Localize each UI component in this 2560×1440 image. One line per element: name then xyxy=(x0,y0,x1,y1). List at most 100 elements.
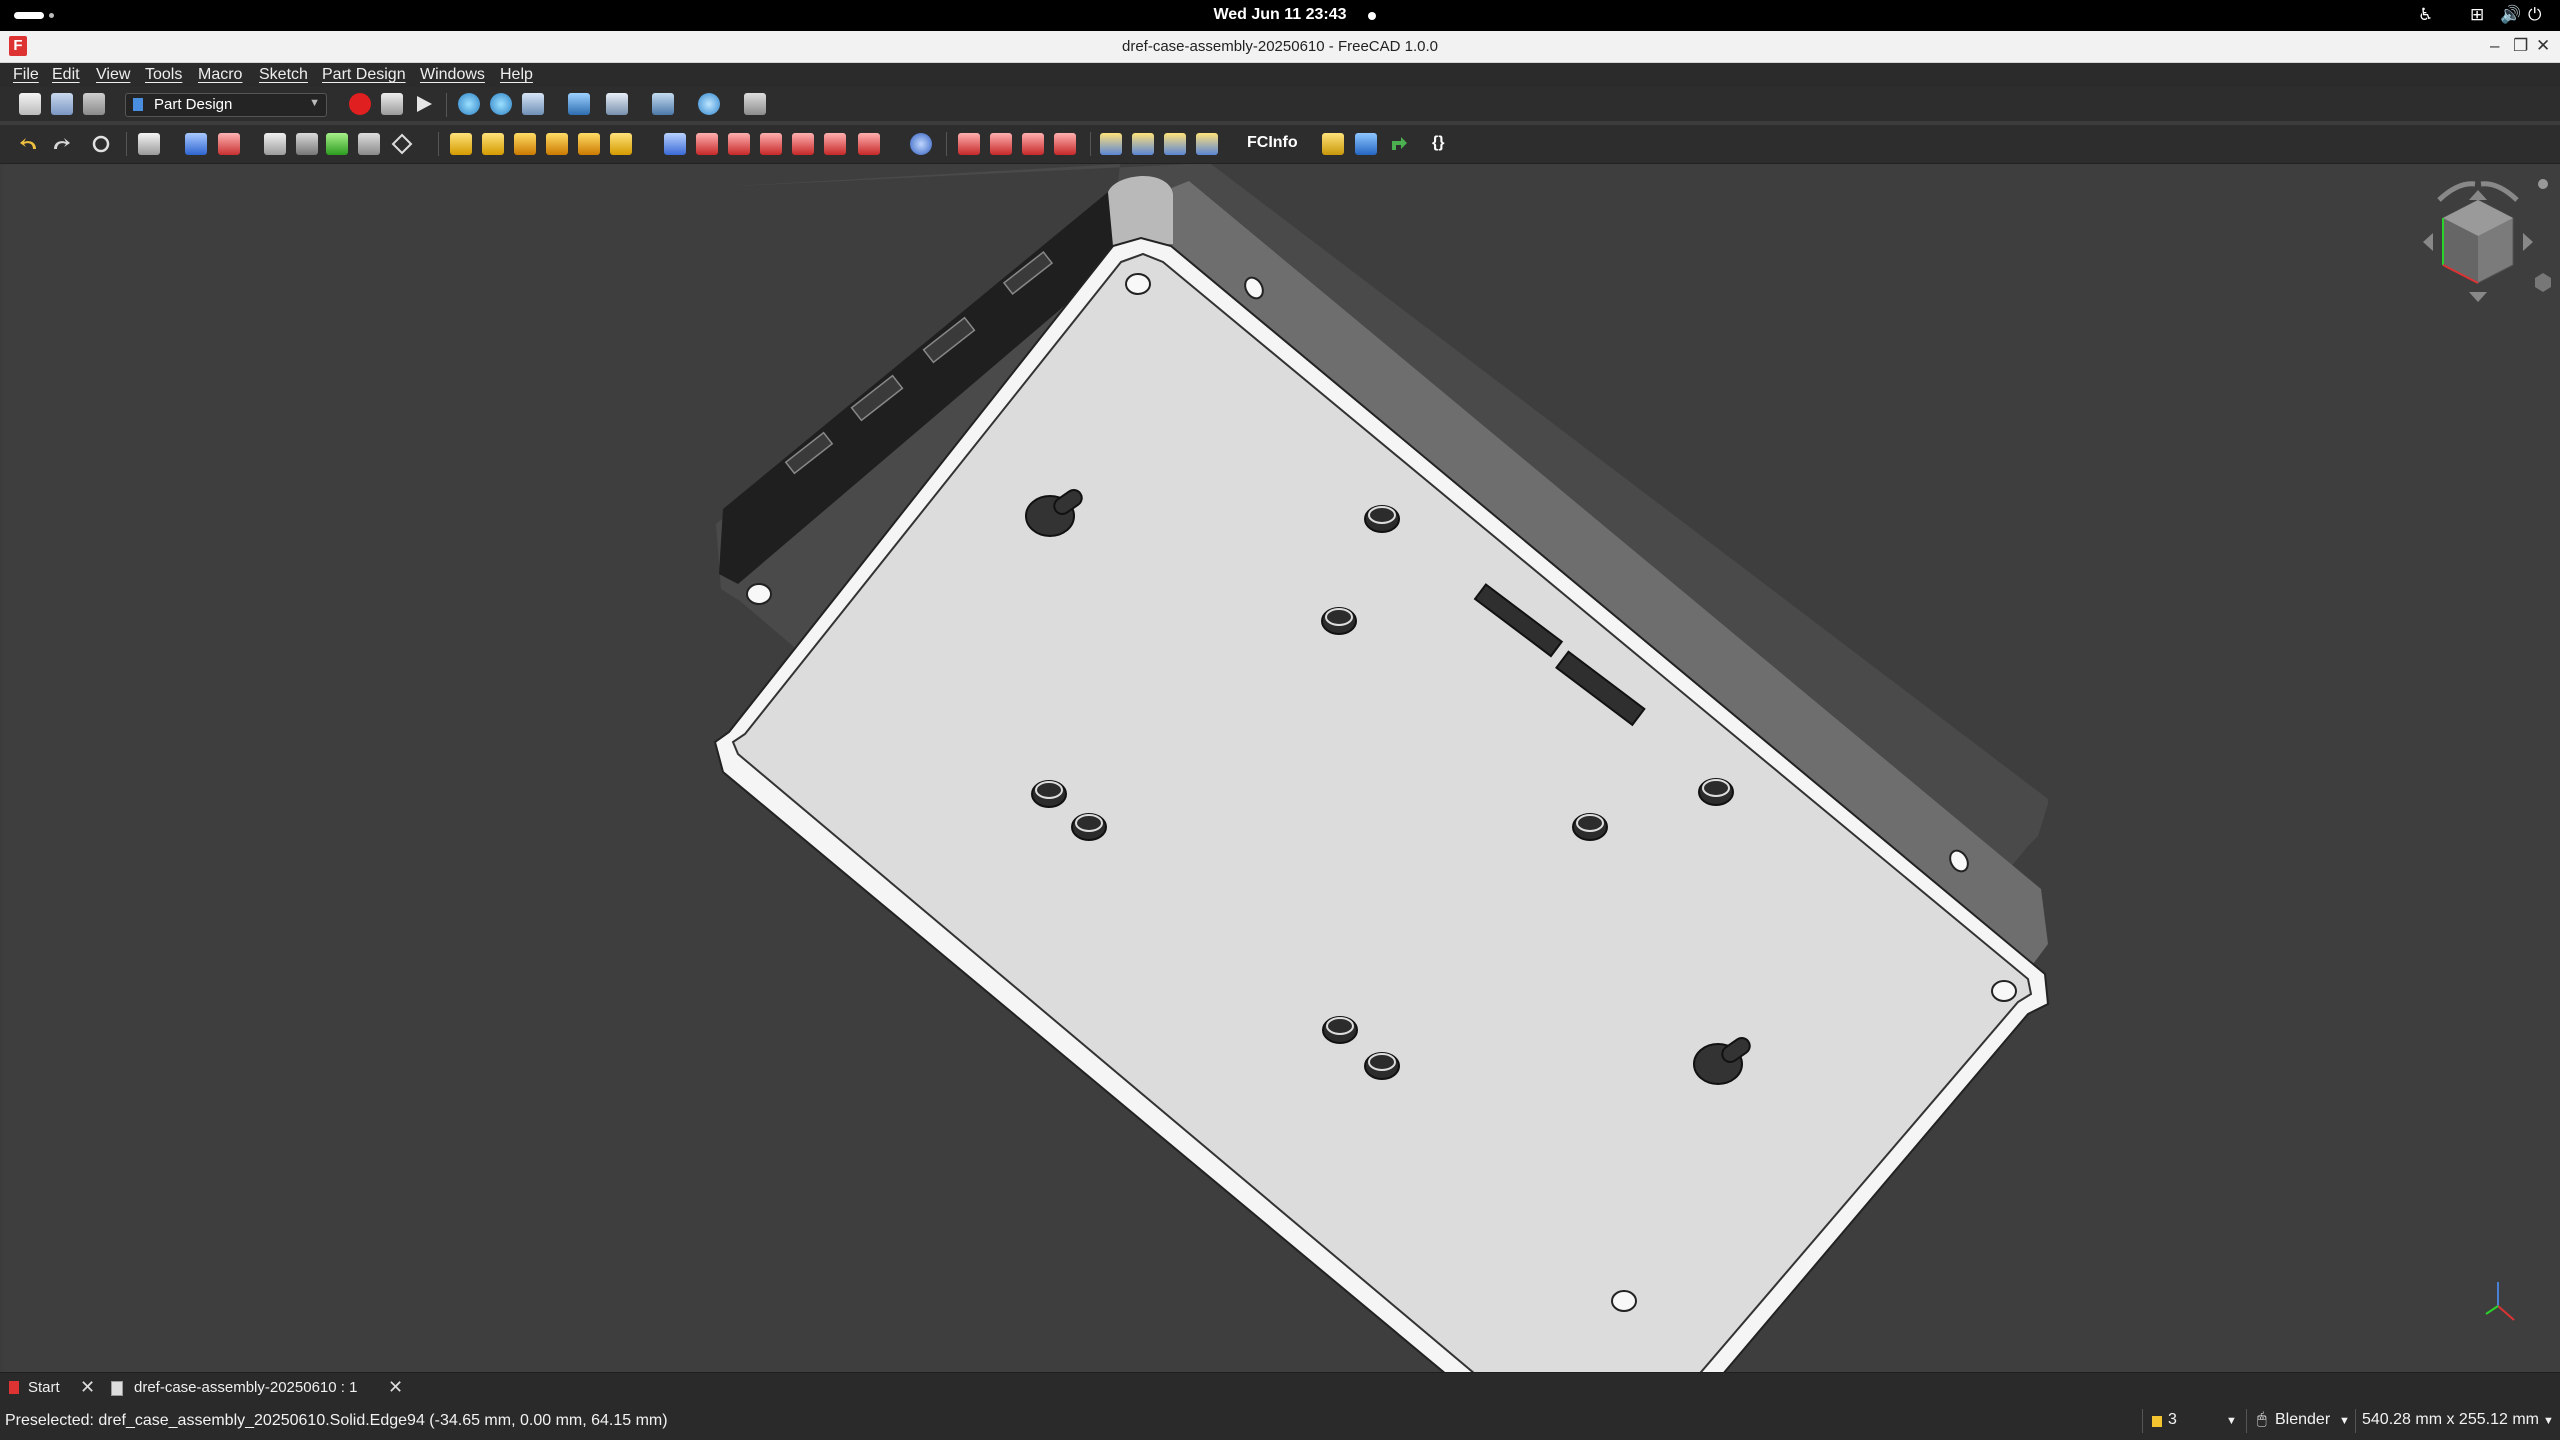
additive-helix-icon[interactable] xyxy=(578,133,600,155)
thickness-icon[interactable] xyxy=(1054,133,1076,155)
nav-arrow-left-icon[interactable] xyxy=(2423,233,2433,251)
revolution-icon[interactable] xyxy=(482,133,504,155)
tab-start[interactable]: Start ✕ xyxy=(4,1376,104,1400)
groove-icon[interactable] xyxy=(728,133,750,155)
corner-screw-hole xyxy=(1611,1290,1637,1312)
whats-this-icon[interactable] xyxy=(744,93,766,115)
system-clock[interactable]: Wed Jun 11 23:43 xyxy=(0,6,2560,24)
notification-dot xyxy=(1368,12,1376,20)
linear-pattern-icon[interactable] xyxy=(1132,133,1154,155)
menu-help[interactable]: Help xyxy=(500,66,533,84)
nav-menu-icon[interactable] xyxy=(2538,179,2548,189)
menu-macro[interactable]: Macro xyxy=(198,66,242,84)
create-sketch-icon[interactable] xyxy=(218,133,240,155)
corner-screw-hole xyxy=(746,583,772,605)
macro-run-icon[interactable] xyxy=(413,93,435,115)
menu-tools[interactable]: Tools xyxy=(145,66,182,84)
clone-icon[interactable] xyxy=(358,133,380,155)
power-icon[interactable]: ⏻ xyxy=(2528,5,2541,25)
hole-icon[interactable] xyxy=(696,133,718,155)
notification-icon xyxy=(2152,1416,2162,1427)
pocket-icon[interactable] xyxy=(664,133,686,155)
fit-all-icon[interactable] xyxy=(458,93,480,115)
additive-primitive-icon[interactable] xyxy=(610,133,632,155)
nav-rotate-right-icon[interactable] xyxy=(2480,181,2519,202)
minimize-icon[interactable]: – xyxy=(2490,36,2499,56)
view-isometric-icon[interactable] xyxy=(606,93,628,115)
nav-small-cube-icon[interactable] xyxy=(2535,273,2551,292)
multi-transform-icon[interactable] xyxy=(1196,133,1218,155)
macro-tool-icon[interactable] xyxy=(1322,133,1344,155)
menu-view[interactable]: View xyxy=(96,66,130,84)
toolbar-separator xyxy=(126,132,127,156)
corner-screw-hole xyxy=(1125,273,1151,295)
menu-part-design[interactable]: Part Design xyxy=(322,66,406,84)
mirrored-icon[interactable] xyxy=(1100,133,1122,155)
close-icon[interactable]: ✕ xyxy=(388,1377,403,1398)
boolean-icon[interactable] xyxy=(910,133,932,155)
restore-icon[interactable]: ❐ xyxy=(2513,36,2528,56)
accessibility-icon[interactable]: ♿ xyxy=(2418,5,2433,25)
polar-pattern-icon[interactable] xyxy=(1164,133,1186,155)
navigation-cube[interactable] xyxy=(2403,170,2553,320)
select-filter-icon[interactable] xyxy=(138,133,160,155)
chevron-down-icon[interactable]: ▼ xyxy=(2226,1415,2237,1427)
menu-sketch[interactable]: Sketch xyxy=(259,66,308,84)
measure-icon[interactable] xyxy=(698,93,720,115)
subtractive-pipe-icon[interactable] xyxy=(792,133,814,155)
fcinfo-button[interactable]: FCInfo xyxy=(1247,134,1298,152)
nav-arrow-up-icon[interactable] xyxy=(2469,190,2487,200)
additive-pipe-icon[interactable] xyxy=(546,133,568,155)
save-document-icon[interactable] xyxy=(83,93,105,115)
refresh-icon[interactable] xyxy=(90,133,112,155)
chevron-down-icon: ▼ xyxy=(309,97,320,109)
fillet-icon[interactable] xyxy=(958,133,980,155)
subtractive-helix-icon[interactable] xyxy=(824,133,846,155)
undo-icon[interactable] xyxy=(18,133,40,155)
view-dimensions[interactable]: 540.28 mm x 255.12 mm xyxy=(2362,1411,2539,1429)
nav-arrow-down-icon[interactable] xyxy=(2469,292,2487,302)
chevron-down-icon[interactable]: ▼ xyxy=(2543,1415,2554,1427)
menu-file[interactable]: File xyxy=(13,66,39,84)
workbench-selector[interactable]: Part Design ▼ xyxy=(125,93,327,117)
nav-arrow-right-icon[interactable] xyxy=(2523,233,2533,251)
close-icon[interactable]: ✕ xyxy=(2536,36,2550,56)
pad-icon[interactable] xyxy=(450,133,472,155)
addon-manager-icon[interactable] xyxy=(1387,133,1409,155)
draw-style-icon[interactable] xyxy=(522,93,544,115)
redo-icon[interactable] xyxy=(50,133,72,155)
macro-record-icon[interactable] xyxy=(349,93,371,115)
menu-edit[interactable]: Edit xyxy=(52,66,80,84)
3d-viewport[interactable] xyxy=(3,164,2560,1372)
volume-icon[interactable]: 🔊 xyxy=(2500,5,2521,25)
close-icon[interactable]: ✕ xyxy=(80,1377,95,1398)
folder-icon[interactable] xyxy=(1355,133,1377,155)
view-front-icon[interactable] xyxy=(652,93,674,115)
validate-sketch-icon[interactable] xyxy=(264,133,286,155)
navigation-style-selector[interactable]: Blender xyxy=(2275,1411,2330,1429)
create-body-icon[interactable] xyxy=(185,133,207,155)
nav-rotate-left-icon[interactable] xyxy=(2437,181,2476,202)
bounding-box-icon[interactable] xyxy=(568,93,590,115)
new-document-icon[interactable] xyxy=(19,93,41,115)
datum-plane-icon[interactable] xyxy=(391,133,413,155)
fit-selection-icon[interactable] xyxy=(490,93,512,115)
network-icon[interactable]: ⊞ xyxy=(2470,5,2484,25)
notification-count[interactable]: 3 xyxy=(2168,1411,2177,1429)
datum-point-icon[interactable] xyxy=(296,133,318,155)
menu-windows[interactable]: Windows xyxy=(420,66,485,84)
shape-binder-icon[interactable] xyxy=(326,133,348,155)
draft-icon[interactable] xyxy=(1022,133,1044,155)
additive-loft-icon[interactable] xyxy=(514,133,536,155)
preselection-status-text: Preselected: dref_case_assembly_20250610… xyxy=(5,1412,668,1429)
case-model[interactable] xyxy=(3,164,2560,1372)
macro-edit-icon[interactable] xyxy=(381,93,403,115)
chevron-down-icon[interactable]: ▼ xyxy=(2339,1415,2350,1427)
subtractive-loft-icon[interactable] xyxy=(760,133,782,155)
python-console-button[interactable]: {} xyxy=(1432,134,1444,152)
document-tab-bar: Start ✕ dref-case-assembly-20250610 : 1 … xyxy=(0,1372,2560,1403)
tab-document[interactable]: dref-case-assembly-20250610 : 1 ✕ xyxy=(106,1376,416,1400)
chamfer-icon[interactable] xyxy=(990,133,1012,155)
subtractive-primitive-icon[interactable] xyxy=(858,133,880,155)
open-document-icon[interactable] xyxy=(51,93,73,115)
